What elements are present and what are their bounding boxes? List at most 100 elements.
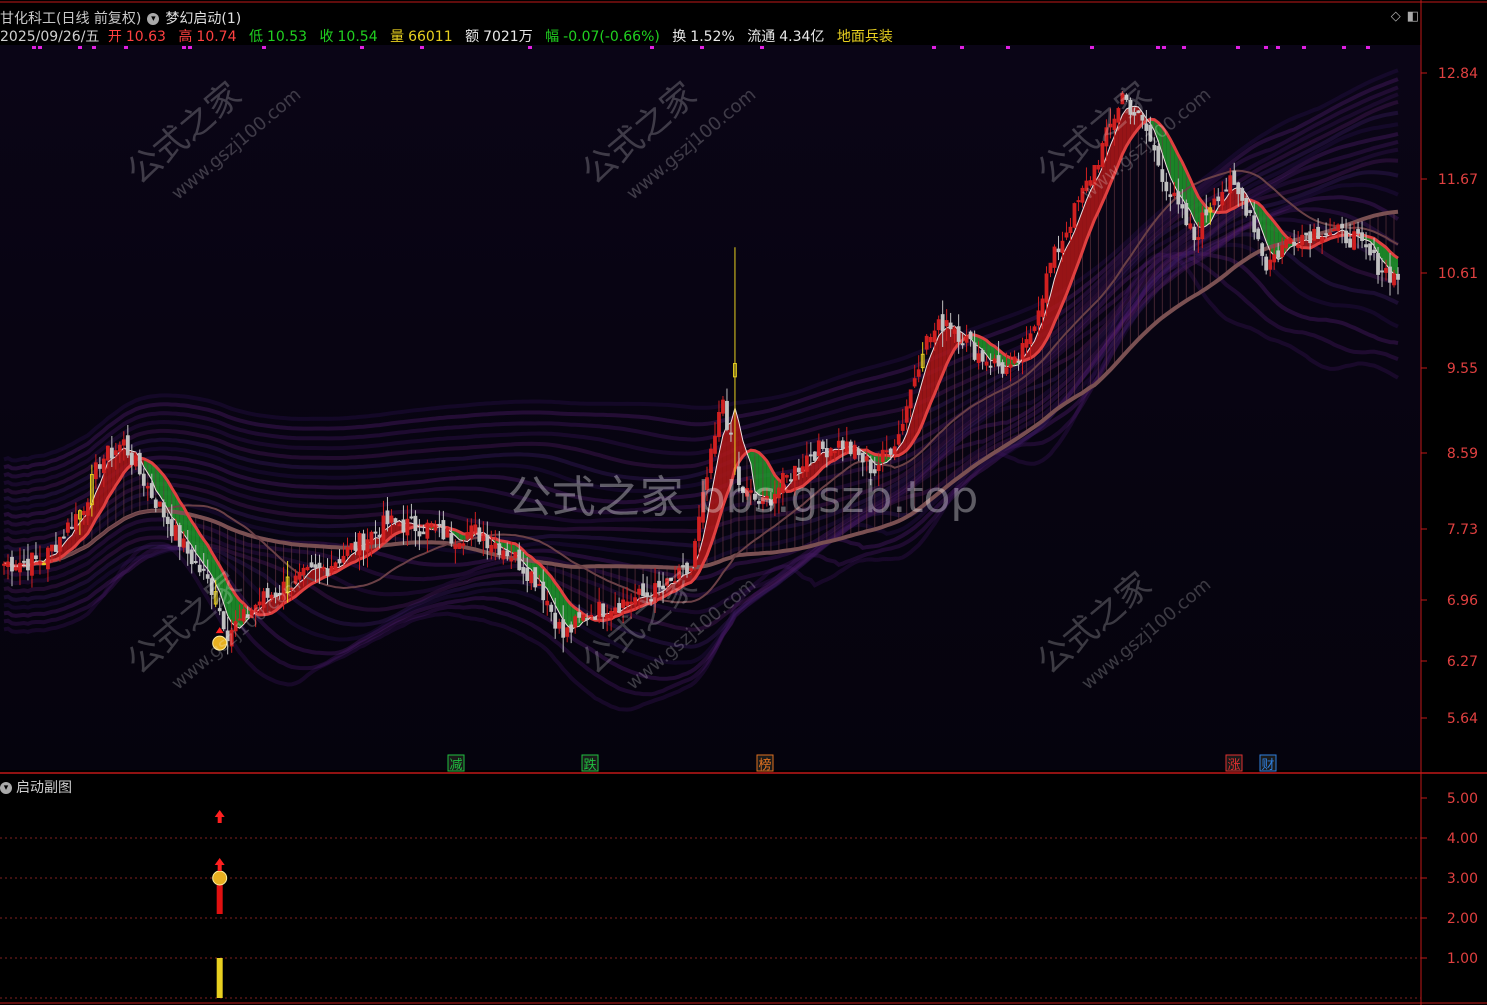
candle-body [573, 616, 578, 628]
open-label: 开 [107, 29, 122, 45]
candle-body [976, 353, 981, 363]
candle-body [1172, 192, 1177, 197]
candle-body [185, 541, 190, 554]
candle-body [581, 614, 586, 621]
candle-body [313, 564, 318, 568]
candle-body [557, 621, 562, 629]
candle-body [325, 568, 330, 576]
candle-body [2, 563, 6, 566]
candle-body [1304, 232, 1309, 236]
candle-body [1364, 244, 1368, 248]
sub-y-tick-label: 2.00 [1447, 911, 1478, 927]
candle-body [1368, 243, 1372, 256]
candle-body [804, 455, 809, 472]
candle-body [393, 518, 398, 523]
candle-body [1384, 267, 1388, 273]
candle-body [109, 447, 114, 459]
signal-dot [262, 46, 266, 49]
candle-body [197, 564, 202, 573]
candle-body [437, 523, 442, 526]
signal-dot [1264, 46, 1268, 49]
candle-body [936, 319, 941, 331]
signal-dot [182, 46, 186, 49]
candle-body [365, 539, 370, 552]
candle-body [1160, 169, 1165, 182]
candle-body [609, 610, 614, 619]
candle-body [501, 550, 506, 560]
candle-body [50, 544, 54, 552]
candle-body [1008, 364, 1013, 368]
candle-body [497, 543, 502, 555]
candle-body [521, 567, 526, 574]
candle-body [377, 534, 382, 538]
candle-body [992, 358, 997, 364]
candle-body [1156, 145, 1161, 166]
candle-body [613, 607, 618, 614]
candle-body [1280, 245, 1285, 258]
candle-body [317, 562, 322, 569]
candle-body [485, 534, 490, 549]
candle-body [1332, 229, 1336, 232]
candle-body [1052, 246, 1057, 268]
chevron-down-icon[interactable]: ▾ [147, 13, 160, 25]
y-tick-label: 12.84 [1438, 66, 1478, 82]
title-bar: 甘化科工(日线 前复权) ▾ 梦幻启动(1) [0, 8, 241, 28]
candle-body [545, 600, 550, 606]
candle-body [157, 501, 162, 507]
candle-body [844, 441, 849, 452]
candle-body [1276, 250, 1281, 258]
candle-body [66, 522, 70, 533]
candle-body [964, 336, 969, 343]
candle-body [425, 522, 430, 539]
diamond-icon[interactable]: ◇ [1391, 9, 1401, 24]
candle-body [165, 516, 170, 525]
y-tick-label: 5.64 [1447, 711, 1478, 727]
candle-body [541, 581, 546, 601]
candle-body [133, 455, 138, 467]
concept-tag[interactable]: 地面兵装 [837, 29, 893, 45]
candle-body [1324, 233, 1329, 236]
sub-y-tick-label: 3.00 [1447, 871, 1478, 887]
candle-body [681, 565, 685, 568]
sub-panel-name[interactable]: 启动副图 [16, 780, 72, 796]
candle-body [824, 447, 829, 458]
candle-body [1204, 209, 1209, 216]
candle-body [553, 612, 558, 629]
window-toggle-icon[interactable]: ◧ [1407, 9, 1419, 24]
candle-body [509, 557, 514, 562]
candle-body [1072, 203, 1077, 228]
candle-body [1360, 232, 1364, 241]
candle-body [453, 544, 458, 549]
candle-body [1232, 170, 1237, 185]
candle-body [1024, 339, 1029, 348]
candle-body [34, 555, 38, 560]
indicator-name[interactable]: 梦幻启动(1) [165, 11, 241, 27]
stock-name[interactable]: 甘化科工(日线 前复权) [0, 11, 141, 27]
candle-body [549, 604, 554, 612]
candle-body [373, 531, 378, 534]
candle-body [353, 541, 358, 551]
candle-body [125, 435, 130, 456]
candle-body [800, 466, 805, 473]
candle-body [888, 448, 893, 455]
candle-body [597, 601, 602, 617]
candle-body [161, 502, 166, 518]
candle-body [26, 558, 30, 571]
candle-body [329, 565, 334, 573]
candle-body [1096, 164, 1101, 170]
candle-body [585, 618, 590, 621]
candle-body [341, 555, 346, 563]
chevron-down-icon[interactable]: ▾ [0, 782, 12, 794]
candle-body [900, 424, 905, 431]
candle-body [721, 399, 725, 414]
candle-body [505, 550, 510, 557]
candle-body [1036, 310, 1041, 326]
candle-body [1176, 191, 1181, 205]
candle-body [117, 444, 122, 452]
quote-date: 2025/09/26/五 [0, 29, 100, 45]
candle-body [972, 342, 977, 360]
event-marker-label: 财 [1261, 758, 1274, 773]
candle-body [145, 486, 150, 489]
candle-body [1004, 367, 1009, 375]
signal-dot [32, 46, 36, 49]
